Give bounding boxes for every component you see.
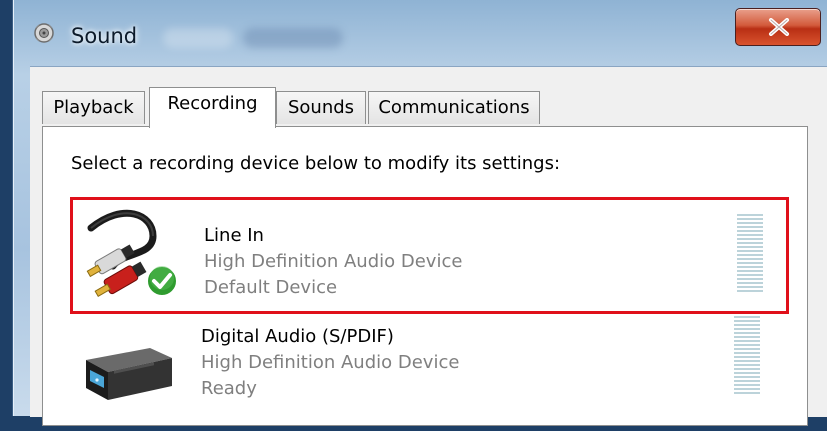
close-icon (769, 18, 789, 36)
blurred-background (243, 28, 343, 48)
device-status: Ready (201, 378, 257, 399)
speaker-icon (33, 22, 55, 44)
close-button[interactable] (735, 8, 821, 46)
green-check-icon (145, 264, 179, 298)
level-meter (737, 214, 763, 292)
tab-communications[interactable]: Communications (368, 91, 540, 124)
device-status: Default Device (204, 277, 338, 298)
tab-playback[interactable]: Playback (42, 91, 145, 124)
device-description: High Definition Audio Device (204, 251, 463, 272)
recording-panel: Select a recording device below to modif… (42, 126, 808, 426)
blurred-background (163, 28, 233, 48)
device-digital-audio[interactable]: Digital Audio (S/PDIF) High Definition A… (70, 314, 789, 431)
sound-dialog: Sound Playback Recording Sounds Communic… (12, 0, 827, 426)
window-title: Sound (71, 24, 138, 48)
device-name: Digital Audio (S/PDIF) (201, 326, 394, 347)
device-description: High Definition Audio Device (201, 352, 460, 373)
instruction-text: Select a recording device below to modif… (71, 153, 561, 174)
digital-receiver-icon (80, 320, 180, 420)
dialog-content: Playback Recording Sounds Communications… (30, 66, 827, 426)
title-bar[interactable]: Sound (13, 0, 827, 66)
device-line-in[interactable]: Line In High Definition Audio Device Def… (70, 197, 789, 314)
tab-sounds[interactable]: Sounds (276, 91, 366, 124)
level-meter (734, 316, 760, 394)
tab-recording[interactable]: Recording (149, 87, 276, 128)
device-name: Line In (204, 225, 264, 246)
